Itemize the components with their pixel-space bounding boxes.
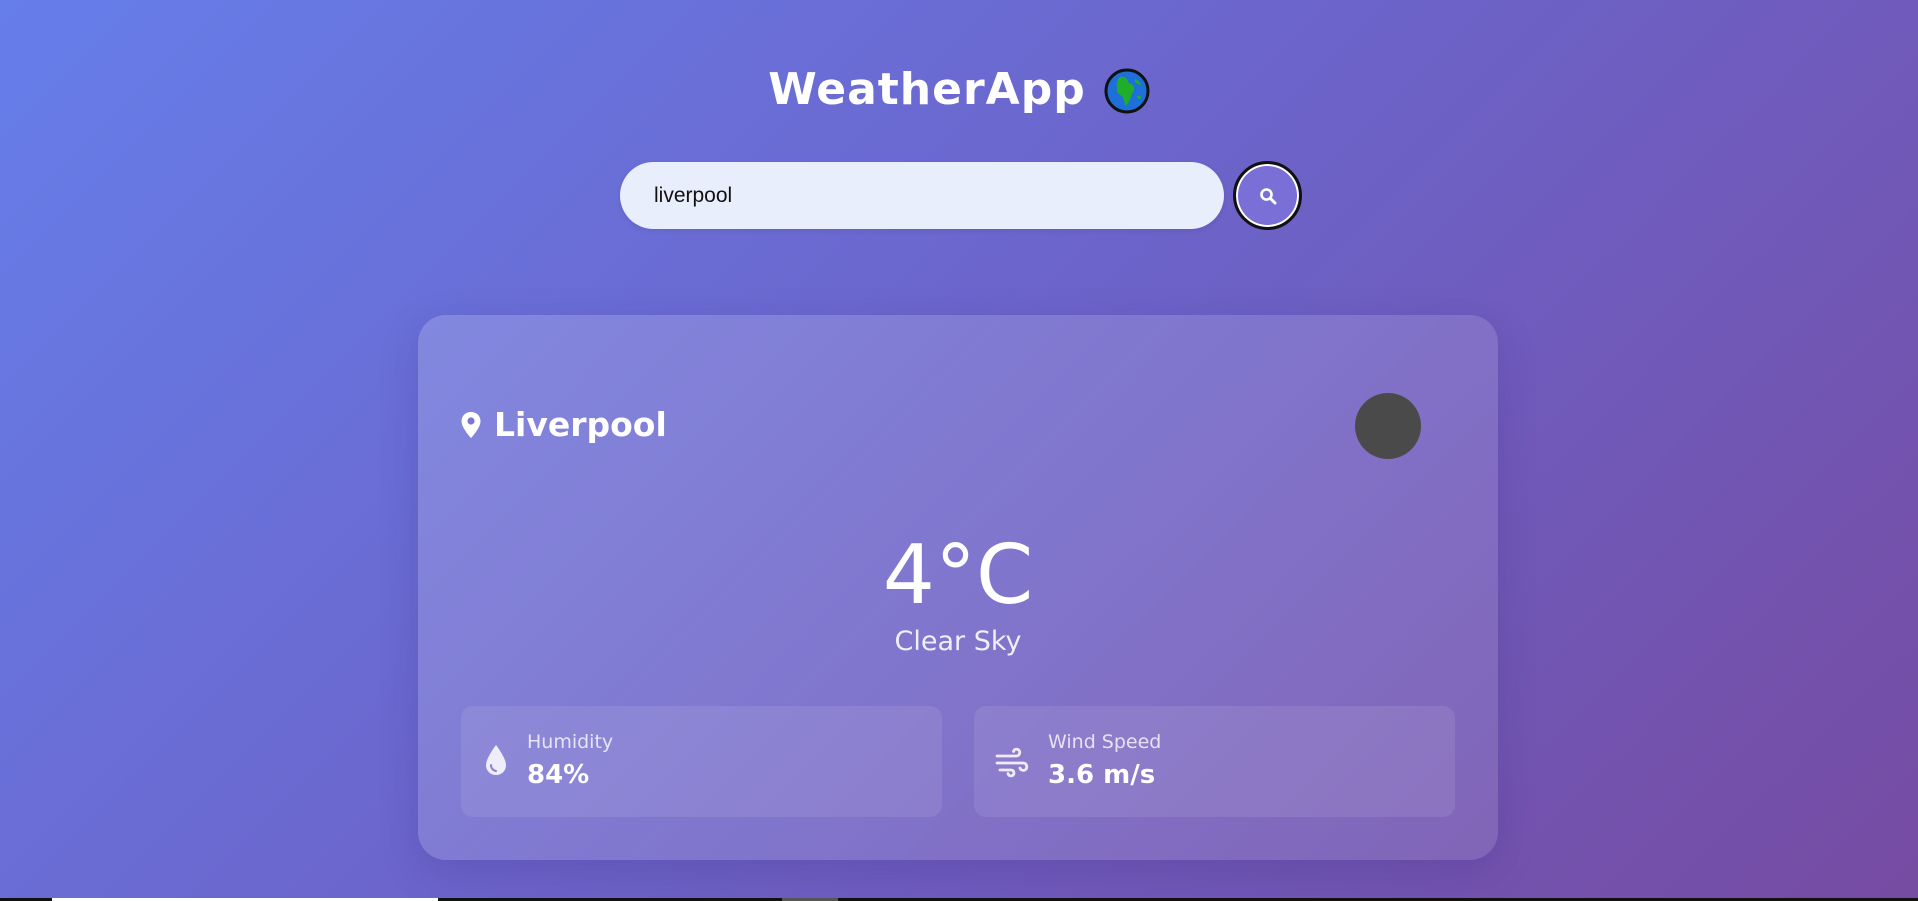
humidity-panel: Humidity 84% — [461, 706, 942, 817]
map-pin-icon — [460, 411, 482, 439]
wind-speed-panel: Wind Speed 3.6 m/s — [974, 706, 1455, 817]
app-header: WeatherApp — [0, 66, 1918, 114]
humidity-label: Humidity — [527, 731, 614, 753]
temperature: 4°C — [882, 528, 1034, 623]
search-icon — [1259, 187, 1276, 204]
weather-condition-icon — [1355, 393, 1421, 459]
humidity-value: 84% — [527, 760, 590, 790]
city-search-input[interactable] — [620, 162, 1224, 229]
search-bar — [620, 161, 1302, 231]
water-drop-icon — [481, 742, 517, 780]
wind-speed-label: Wind Speed — [1048, 731, 1162, 753]
search-button[interactable] — [1233, 161, 1302, 230]
weather-card: Liverpool 4°C Clear Sky Humidity 84% Win… — [418, 315, 1498, 860]
location: Liverpool — [460, 405, 667, 444]
city-name: Liverpool — [494, 405, 667, 444]
wind-icon — [994, 742, 1030, 780]
app-title: WeatherApp — [768, 64, 1086, 115]
globe-icon — [1104, 68, 1150, 114]
weather-app: WeatherApp Liv — [0, 0, 1918, 898]
wind-speed-value: 3.6 m/s — [1048, 760, 1156, 790]
weather-condition: Clear Sky — [894, 626, 1022, 657]
